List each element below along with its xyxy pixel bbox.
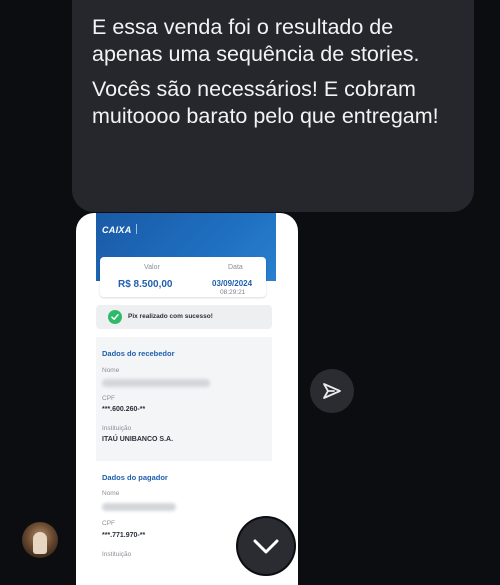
- receiver-name-label: Nome: [102, 367, 120, 374]
- check-circle-icon: [108, 310, 122, 324]
- value-card: Valor Data R$ 8.500,00 03/09/2024 08:29:…: [100, 257, 266, 297]
- bank-logo: CAIXA: [102, 225, 132, 235]
- send-icon: [323, 383, 341, 399]
- payer-cpf-label: CPF: [102, 520, 115, 527]
- payer-name-redacted: [102, 503, 176, 511]
- message-paragraph-1: E essa venda foi o resultado de apenas u…: [92, 15, 420, 66]
- header-divider: [136, 224, 137, 234]
- share-button[interactable]: [310, 369, 354, 413]
- scroll-to-bottom-button[interactable]: [238, 518, 294, 574]
- message-paragraph-2: Vocês são necessários! E cobram muitoooo…: [92, 77, 439, 128]
- chevron-down-icon: [253, 539, 279, 554]
- success-banner: Pix realizado com sucesso!: [96, 305, 272, 329]
- date: 03/09/2024: [212, 279, 253, 288]
- payer-institution-label: Instituição: [102, 551, 132, 558]
- amount: R$ 8.500,00: [118, 279, 173, 290]
- payer-cpf: ***.771.970-**: [102, 532, 146, 539]
- receiver-title: Dados do recebedor: [102, 349, 175, 358]
- receiver-institution-label: Instituição: [102, 425, 132, 432]
- receiver-cpf: ***.600.260-**: [102, 406, 146, 413]
- payer-name-label: Nome: [102, 490, 120, 497]
- avatar[interactable]: [22, 522, 58, 558]
- avatar-figure: [33, 532, 47, 554]
- date-label: Data: [228, 264, 243, 271]
- receiver-institution: ITAÚ UNIBANCO S.A.: [102, 436, 174, 443]
- value-label: Valor: [144, 264, 160, 271]
- payer-section: Dados do pagador Nome CPF ***.771.970-**…: [96, 463, 272, 585]
- receiver-name-redacted: [102, 379, 210, 387]
- time: 08:29:21: [220, 289, 246, 296]
- receiver-cpf-label: CPF: [102, 395, 115, 402]
- receiver-section: Dados do recebedor Nome CPF ***.600.260-…: [96, 337, 272, 461]
- payer-title: Dados do pagador: [102, 473, 168, 482]
- message-bubble: E essa venda foi o resultado de apenas u…: [72, 0, 474, 212]
- success-text: Pix realizado com sucesso!: [128, 313, 213, 320]
